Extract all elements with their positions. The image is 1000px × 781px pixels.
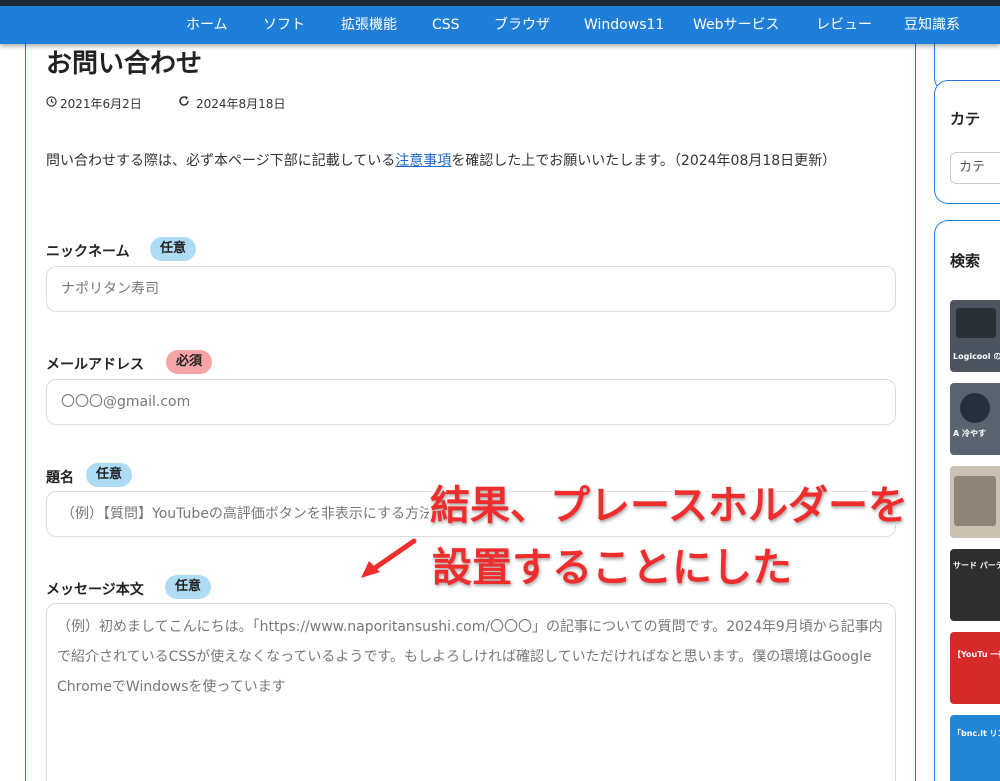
- optional-badge: 任意: [150, 237, 197, 261]
- nav-item-browser[interactable]: ブラウザ: [494, 6, 550, 44]
- sidebar-category-title: カテ: [950, 110, 981, 128]
- email-input[interactable]: 〇〇〇@gmail.com: [46, 379, 896, 425]
- sidebar-search-title: 検索: [950, 252, 981, 270]
- optional-badge: 任意: [165, 575, 212, 599]
- annotation-line-2: 設置することにした: [429, 545, 796, 592]
- nav-item-css[interactable]: CSS: [432, 6, 460, 44]
- refresh-icon: [178, 95, 190, 109]
- annotation-emphasis: プレースホルダーを: [547, 483, 912, 530]
- thumb-caption: A 冷やす: [953, 429, 986, 438]
- caution-link[interactable]: 注意事項: [395, 153, 451, 169]
- intro-text-after: を確認した上でお願いいたします。（2024年08月18日更新）: [451, 153, 837, 169]
- nav-item-home[interactable]: ホーム: [186, 6, 228, 44]
- message-textarea[interactable]: （例）初めましてこんにちは。「https://www.naporitansush…: [46, 603, 896, 781]
- nav-item-trivia[interactable]: 豆知識系: [904, 6, 960, 44]
- published-date: 2021年6月2日: [60, 97, 142, 111]
- global-nav: ホーム ソフト 拡張機能 CSS ブラウザ Windows11 Webサービス …: [0, 6, 1000, 44]
- category-select[interactable]: カテ: [950, 152, 1000, 184]
- thumb-caption: 【YouTu 一行の 表示数 JavaScr: [953, 650, 1000, 659]
- thumb-caption: 「bnc.lt リンク スパム 拡張機: [953, 729, 1000, 738]
- sidebar-article-thumb[interactable]: Logicool の MX MECH: [950, 300, 1000, 372]
- updated-date: 2024年8月18日: [196, 97, 286, 111]
- sidebar-article-thumb[interactable]: 【YouTu 一行の 表示数 JavaScr: [950, 632, 1000, 704]
- required-badge: 必須: [166, 350, 213, 374]
- page-title: お問い合わせ: [46, 49, 203, 79]
- sidebar-article-thumb[interactable]: [950, 466, 1000, 538]
- nickname-label: ニックネーム: [46, 244, 130, 260]
- nav-item-review[interactable]: レビュー: [816, 6, 872, 44]
- sidebar-article-thumb[interactable]: 「bnc.lt リンク スパム 拡張機: [950, 715, 1000, 781]
- sidebar-article-thumb[interactable]: サード パーティ レンズ 認識す: [950, 549, 1000, 621]
- nav-item-software[interactable]: ソフト: [263, 6, 305, 44]
- nav-item-windows11[interactable]: Windows11: [584, 6, 664, 44]
- optional-badge: 任意: [86, 463, 133, 487]
- nav-item-extensions[interactable]: 拡張機能: [341, 6, 397, 44]
- thumb-caption: Logicool の MX MECH: [953, 352, 1000, 361]
- intro-text: 問い合わせする際は、必ず本ページ下部に記載している注意事項を確認した上でお願いい…: [46, 145, 896, 177]
- thumb-caption: サード パーティ レンズ 認識す: [953, 561, 1000, 570]
- sidebar-category-widget: [934, 80, 1000, 204]
- intro-text-before: 問い合わせする際は、必ず本ページ下部に記載している: [46, 153, 396, 169]
- nav-item-web-services[interactable]: Webサービス: [693, 6, 780, 44]
- sidebar-article-thumb[interactable]: A 冷やす: [950, 383, 1000, 455]
- annotation-line-1: 結果、プレースホルダーを: [427, 483, 912, 530]
- message-label: メッセージ本文: [46, 582, 144, 598]
- annotation-arrow-icon: [358, 537, 418, 581]
- annotation-comma: 、: [507, 483, 554, 530]
- nickname-input[interactable]: ナポリタン寿司: [46, 266, 896, 312]
- subject-label: 題名: [46, 470, 74, 486]
- annotation-keyword: 結果: [427, 483, 514, 530]
- clock-icon: [46, 95, 57, 109]
- email-label: メールアドレス: [46, 357, 144, 373]
